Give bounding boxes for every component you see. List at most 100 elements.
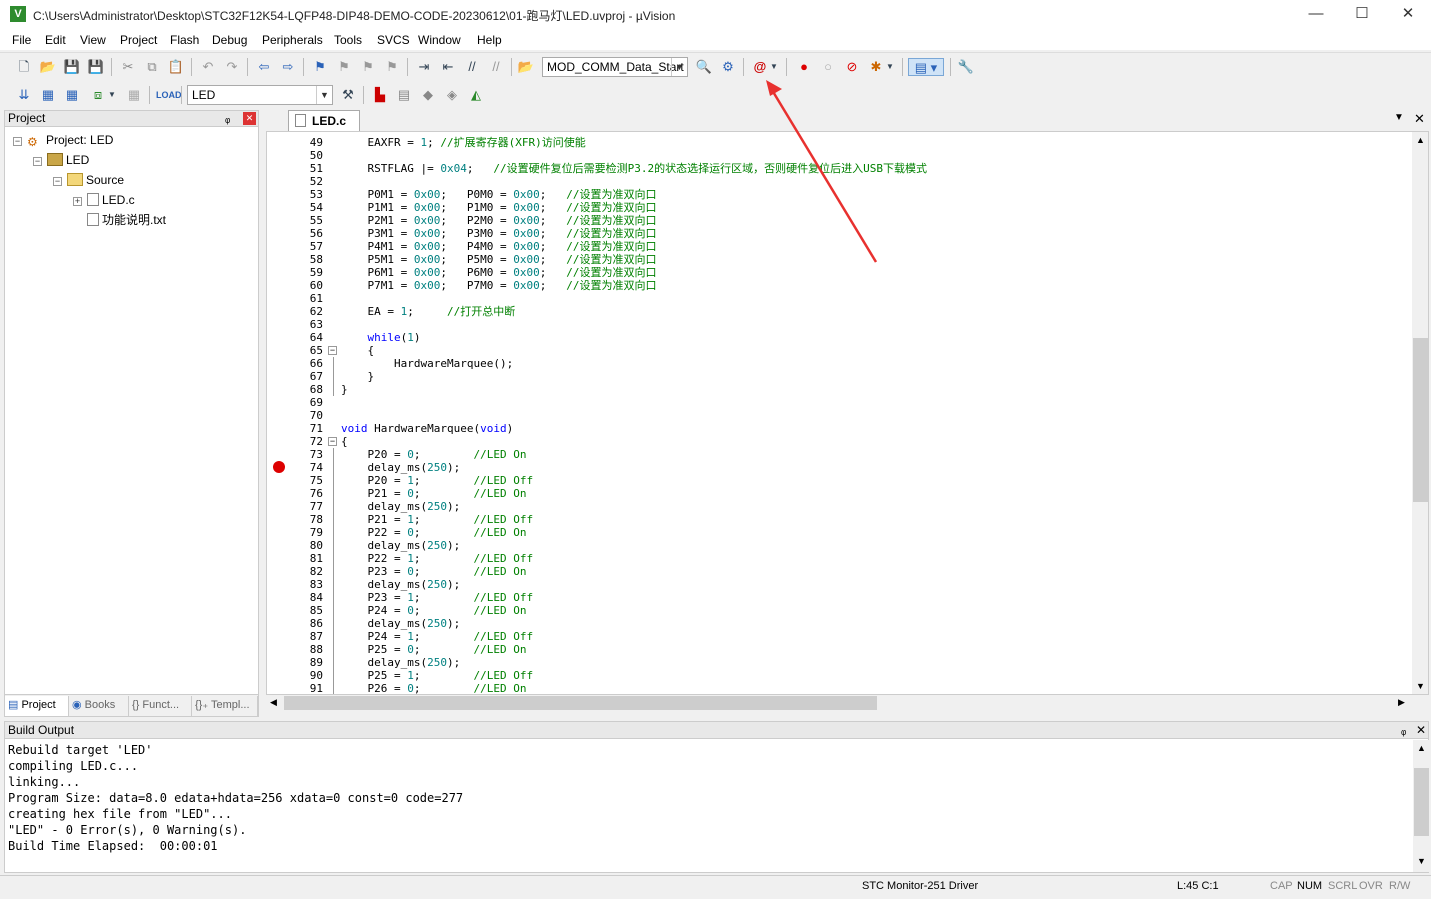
code-line[interactable]: P21 = 0; //LED On xyxy=(341,487,526,500)
code-line[interactable]: P7M1 = 0x00; P7M0 = 0x00; //设置为准双向口 xyxy=(341,279,656,292)
manage-multi-project-icon[interactable]: ▤ xyxy=(394,86,414,104)
batch-build-icon[interactable]: ⧈ xyxy=(88,86,108,104)
kill-all-breakpoints-icon[interactable]: ✱ xyxy=(866,58,886,76)
code-line[interactable]: P25 = 1; //LED Off xyxy=(341,669,533,682)
menu-tools[interactable]: Tools xyxy=(334,33,362,47)
code-line[interactable]: delay_ms(250); xyxy=(341,656,460,669)
code-line[interactable]: { xyxy=(341,435,348,448)
tab-list-dropdown-icon[interactable]: ▼ xyxy=(1394,112,1404,123)
code-line[interactable]: P22 = 0; //LED On xyxy=(341,526,526,539)
collapse-icon[interactable]: − xyxy=(33,157,42,166)
horizontal-scroll-thumb[interactable] xyxy=(284,696,877,710)
fold-toggle-icon[interactable]: − xyxy=(328,346,337,355)
tree-item-target[interactable]: LED xyxy=(47,152,89,168)
code-line[interactable]: EAXFR = 1; //扩展寄存器(XFR)访问使能 xyxy=(341,136,585,149)
code-line[interactable]: P23 = 0; //LED On xyxy=(341,565,526,578)
menu-window[interactable]: Window xyxy=(418,33,461,47)
breakpoint-marker[interactable] xyxy=(273,461,285,473)
code-line[interactable]: HardwareMarquee(); xyxy=(341,357,513,370)
collapse-icon[interactable]: − xyxy=(13,137,22,146)
code-line[interactable]: P23 = 1; //LED Off xyxy=(341,591,533,604)
close-icon[interactable]: ✕ xyxy=(1416,722,1426,738)
scroll-down-icon[interactable]: ▼ xyxy=(1416,681,1425,691)
uncomment-icon[interactable]: // xyxy=(486,58,506,76)
expand-icon[interactable]: + xyxy=(73,197,82,206)
unindent-icon[interactable]: ⇤ xyxy=(438,58,458,76)
tab-project[interactable]: ▤ Project xyxy=(5,696,69,716)
code-line[interactable]: P2M1 = 0x00; P2M0 = 0x00; //设置为准双向口 xyxy=(341,214,656,227)
chevron-down-icon[interactable]: ▼ xyxy=(671,58,687,76)
code-line[interactable]: } xyxy=(341,383,348,396)
disable-all-breakpoints-icon[interactable]: ⊘ xyxy=(842,58,862,76)
vertical-scrollbar[interactable]: ▲ ▼ xyxy=(1412,132,1428,694)
tab-functions[interactable]: {} Funct... xyxy=(129,696,192,716)
horizontal-scrollbar[interactable]: ◀ ▶ xyxy=(266,695,1429,712)
menu-project[interactable]: Project xyxy=(120,33,157,47)
code-line[interactable]: delay_ms(250); xyxy=(341,539,460,552)
new-file-icon[interactable]: 🗋 xyxy=(14,58,34,76)
code-line[interactable]: P24 = 1; //LED Off xyxy=(341,630,533,643)
tree-item-project-root[interactable]: ⚙ Project: LED xyxy=(27,132,113,149)
breakpoint-dropdown-icon[interactable]: ▼ xyxy=(884,58,896,76)
tree-item-file-readme[interactable]: 功能说明.txt xyxy=(87,212,166,228)
paste-icon[interactable]: 📋 xyxy=(166,58,186,76)
minimize-button[interactable]: — xyxy=(1293,0,1339,30)
prev-bookmark-icon[interactable]: ⚑ xyxy=(334,58,354,76)
save-icon[interactable]: 💾 xyxy=(62,58,82,76)
menu-edit[interactable]: Edit xyxy=(45,33,66,47)
clear-bookmarks-icon[interactable]: ⚑ xyxy=(382,58,402,76)
manage-components-icon[interactable]: ◆ xyxy=(418,86,438,104)
menu-view[interactable]: View xyxy=(80,33,106,47)
code-line[interactable]: RSTFLAG |= 0x04; //设置硬件复位后需要检测P3.2的状态选择运… xyxy=(341,162,926,175)
code-line[interactable]: delay_ms(250); xyxy=(341,500,460,513)
batch-build-dropdown-icon[interactable]: ▼ xyxy=(106,86,118,104)
code-line[interactable]: P3M1 = 0x00; P3M0 = 0x00; //设置为准双向口 xyxy=(341,227,656,240)
tab-templates[interactable]: {}₊ Templ... xyxy=(192,696,258,716)
download-load-icon[interactable]: LOAD xyxy=(156,86,182,104)
code-line[interactable]: P1M1 = 0x00; P1M0 = 0x00; //设置为准双向口 xyxy=(341,201,656,214)
close-icon[interactable]: ✕ xyxy=(243,112,256,125)
copy-icon[interactable]: ⧉ xyxy=(142,58,162,76)
configure-wrench-icon[interactable]: 🔧 xyxy=(956,58,976,76)
scroll-up-icon[interactable]: ▲ xyxy=(1416,135,1425,145)
close-button[interactable]: ✕ xyxy=(1385,0,1431,30)
build-icon[interactable]: ▦ xyxy=(38,86,58,104)
build-vertical-scrollbar[interactable]: ▲ ▼ xyxy=(1413,740,1430,872)
build-scroll-thumb[interactable] xyxy=(1414,768,1429,836)
window-layout-icon[interactable]: ▤ ▾ xyxy=(908,58,944,76)
target-options-icon[interactable]: ⚒ xyxy=(338,86,358,104)
code-line[interactable]: P26 = 0; //LED On xyxy=(341,682,526,694)
navigate-forward-icon[interactable]: ⇨ xyxy=(278,58,298,76)
target-select[interactable]: LED ▼ xyxy=(187,85,333,105)
tab-books[interactable]: ◉ Books xyxy=(69,696,129,716)
scroll-up-icon[interactable]: ▲ xyxy=(1417,743,1426,753)
redo-icon[interactable]: ↷ xyxy=(222,58,242,76)
chevron-down-icon[interactable]: ▼ xyxy=(316,86,332,104)
tab-led-c[interactable]: LED.c xyxy=(288,110,360,131)
code-line[interactable]: P20 = 1; //LED Off xyxy=(341,474,533,487)
start-debug-session-icon[interactable]: @ xyxy=(750,58,770,76)
tree-item-file-led-c[interactable]: LED.c xyxy=(87,192,135,208)
code-editor[interactable]: 49 50 51 52 53 54 55 56 57 58 59 60 61 62 63 64 65−66 67 6… xyxy=(266,131,1429,695)
code-line[interactable]: delay_ms(250); xyxy=(341,617,460,630)
code-line[interactable]: P0M1 = 0x00; P0M0 = 0x00; //设置为准双向口 xyxy=(341,188,656,201)
pin-icon[interactable]: ᵩ xyxy=(225,111,230,126)
undo-icon[interactable]: ↶ xyxy=(198,58,218,76)
pin-icon[interactable]: ᵩ xyxy=(1401,722,1406,738)
scroll-left-icon[interactable]: ◀ xyxy=(270,697,277,708)
manage-project-items-icon[interactable]: ▙ xyxy=(370,86,390,104)
cut-icon[interactable]: ✂ xyxy=(118,58,138,76)
code-line[interactable]: } xyxy=(341,370,374,383)
line-number-gutter[interactable]: 49 50 51 52 53 54 55 56 57 58 59 60 61 62 63 64 65−66 67 6… xyxy=(267,132,340,694)
insert-bookmark-icon[interactable]: ⚑ xyxy=(310,58,330,76)
pack-installer-icon[interactable]: ◭ xyxy=(466,86,486,104)
code-line[interactable]: { xyxy=(341,344,374,357)
code-line[interactable]: P22 = 1; //LED Off xyxy=(341,552,533,565)
menu-peripherals[interactable]: Peripherals xyxy=(262,33,323,47)
indent-icon[interactable]: ⇥ xyxy=(414,58,434,76)
next-bookmark-icon[interactable]: ⚑ xyxy=(358,58,378,76)
tree-item-source-group[interactable]: Source xyxy=(67,172,124,188)
select-software-packs-icon[interactable]: ◈ xyxy=(442,86,462,104)
close-editor-icon[interactable]: ✕ xyxy=(1414,111,1425,127)
code-line[interactable]: while(1) xyxy=(341,331,421,344)
